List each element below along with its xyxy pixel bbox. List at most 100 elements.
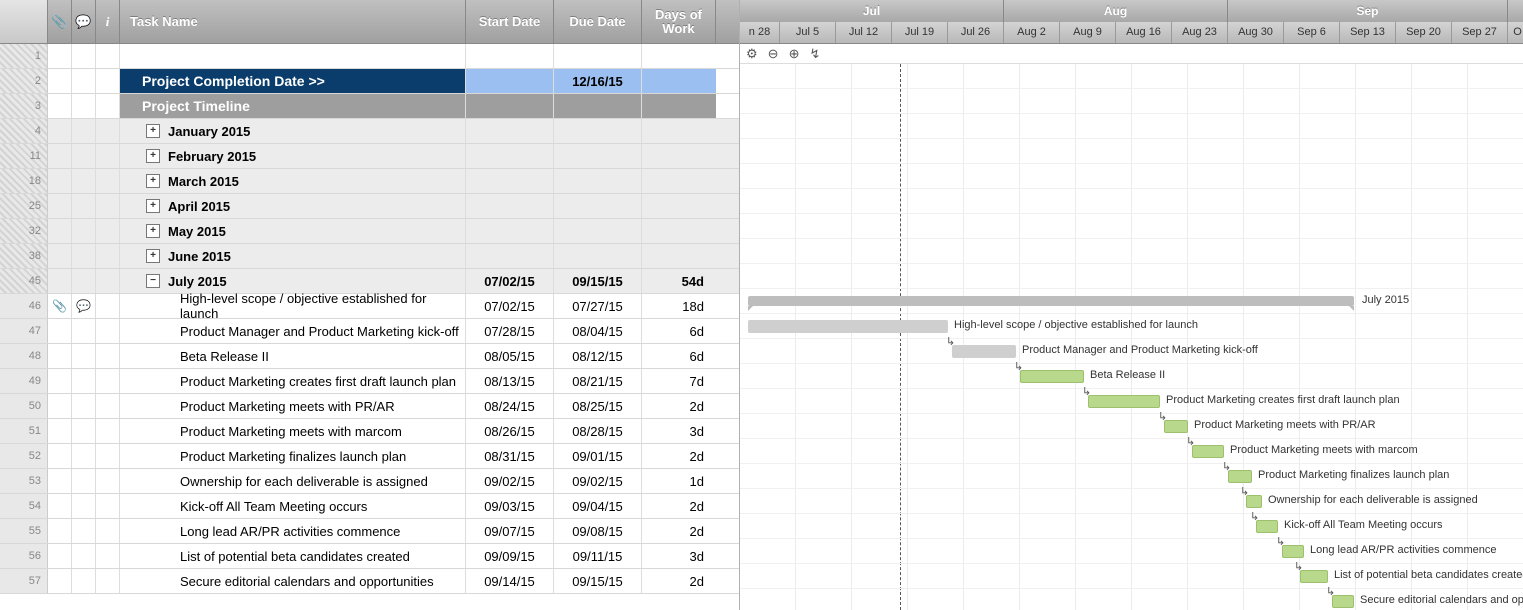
due-date-cell[interactable]: 08/25/15 xyxy=(554,394,642,418)
days-cell[interactable]: 3d xyxy=(642,419,716,443)
comment-cell[interactable] xyxy=(72,569,96,593)
gantt-task-bar[interactable] xyxy=(1256,520,1278,533)
attachment-cell[interactable] xyxy=(48,444,72,468)
comment-cell[interactable] xyxy=(72,269,96,293)
comment-cell[interactable] xyxy=(72,144,96,168)
gantt-row[interactable]: ↳Beta Release II xyxy=(740,364,1523,389)
attachment-cell[interactable] xyxy=(48,119,72,143)
due-date-cell[interactable]: 09/02/15 xyxy=(554,469,642,493)
start-date-cell[interactable]: 09/07/15 xyxy=(466,519,554,543)
expand-toggle-icon[interactable]: + xyxy=(146,224,160,238)
due-date-cell[interactable]: 09/15/15 xyxy=(554,569,642,593)
comment-cell[interactable] xyxy=(72,419,96,443)
gantt-row[interactable]: ↳Product Marketing finalizes launch plan xyxy=(740,464,1523,489)
gantt-row[interactable]: ↳Kick-off All Team Meeting occurs xyxy=(740,514,1523,539)
attachment-cell[interactable] xyxy=(48,269,72,293)
comment-cell[interactable]: 💬 xyxy=(72,294,96,318)
gantt-row[interactable]: ↳Ownership for each deliverable is assig… xyxy=(740,489,1523,514)
gantt-row[interactable]: July 2015 xyxy=(740,289,1523,314)
collapse-toggle-icon[interactable]: − xyxy=(146,274,160,288)
due-date-cell[interactable]: 09/01/15 xyxy=(554,444,642,468)
info-cell[interactable] xyxy=(96,419,120,443)
gantt-task-bar[interactable] xyxy=(1228,470,1252,483)
attachment-cell[interactable] xyxy=(48,394,72,418)
start-date-cell[interactable]: 08/05/15 xyxy=(466,344,554,368)
attachment-header-icon[interactable]: 📎 xyxy=(48,0,72,43)
attachment-cell[interactable] xyxy=(48,244,72,268)
task-name-cell[interactable]: Product Marketing finalizes launch plan xyxy=(120,444,466,468)
attachment-cell[interactable] xyxy=(48,194,72,218)
gantt-task-bar[interactable] xyxy=(1282,545,1304,558)
info-cell[interactable] xyxy=(96,519,120,543)
attachment-cell[interactable] xyxy=(48,369,72,393)
gantt-task-bar[interactable] xyxy=(1246,495,1262,508)
project-completion-due[interactable]: 12/16/15 xyxy=(554,69,642,93)
row-number[interactable]: 45 xyxy=(0,269,48,293)
comment-cell[interactable] xyxy=(72,344,96,368)
gantt-row[interactable] xyxy=(740,114,1523,139)
start-date-cell[interactable]: 09/02/15 xyxy=(466,469,554,493)
row-number[interactable]: 38 xyxy=(0,244,48,268)
due-date-cell[interactable]: 09/08/15 xyxy=(554,519,642,543)
row-number[interactable]: 52 xyxy=(0,444,48,468)
info-cell[interactable] xyxy=(96,544,120,568)
info-cell[interactable] xyxy=(96,219,120,243)
row-number[interactable]: 4 xyxy=(0,119,48,143)
due-date-cell[interactable]: 08/04/15 xyxy=(554,319,642,343)
attachment-cell[interactable] xyxy=(48,519,72,543)
info-cell[interactable] xyxy=(96,94,120,118)
comment-cell[interactable] xyxy=(72,244,96,268)
due-date-cell[interactable]: 09/15/15 xyxy=(554,269,642,293)
start-date-cell[interactable]: 07/02/15 xyxy=(466,294,554,318)
row-number[interactable]: 47 xyxy=(0,319,48,343)
gantt-row[interactable]: High-level scope / objective established… xyxy=(740,314,1523,339)
start-date-cell[interactable]: 08/26/15 xyxy=(466,419,554,443)
gear-icon[interactable]: ⚙ xyxy=(746,46,758,62)
start-date-cell[interactable]: 08/31/15 xyxy=(466,444,554,468)
month-group[interactable]: +January 2015 xyxy=(120,119,466,143)
gantt-row[interactable]: ↳Product Marketing meets with PR/AR xyxy=(740,414,1523,439)
row-number[interactable]: 49 xyxy=(0,369,48,393)
info-cell[interactable] xyxy=(96,294,120,318)
info-cell[interactable] xyxy=(96,319,120,343)
comment-cell[interactable] xyxy=(72,219,96,243)
info-cell[interactable] xyxy=(96,444,120,468)
month-group[interactable]: +March 2015 xyxy=(120,169,466,193)
days-cell[interactable]: 2d xyxy=(642,569,716,593)
task-name-cell[interactable]: Product Marketing meets with PR/AR xyxy=(120,394,466,418)
info-header-icon[interactable]: i xyxy=(96,0,120,43)
expand-toggle-icon[interactable]: + xyxy=(146,249,160,263)
info-cell[interactable] xyxy=(96,244,120,268)
attachment-cell[interactable] xyxy=(48,419,72,443)
task-name-cell[interactable]: Product Marketing meets with marcom xyxy=(120,419,466,443)
days-cell[interactable]: 2d xyxy=(642,494,716,518)
gantt-chart[interactable]: July 2015High-level scope / objective es… xyxy=(740,64,1523,610)
gantt-row[interactable] xyxy=(740,264,1523,289)
expand-toggle-icon[interactable]: + xyxy=(146,124,160,138)
row-number[interactable]: 54 xyxy=(0,494,48,518)
month-group-july[interactable]: −July 2015 xyxy=(120,269,466,293)
gantt-task-bar[interactable] xyxy=(1020,370,1084,383)
task-name-cell[interactable]: Long lead AR/PR activities commence xyxy=(120,519,466,543)
comment-cell[interactable] xyxy=(72,69,96,93)
start-date-cell[interactable]: 08/24/15 xyxy=(466,394,554,418)
row-number[interactable]: 53 xyxy=(0,469,48,493)
info-cell[interactable] xyxy=(96,469,120,493)
attachment-cell[interactable] xyxy=(48,144,72,168)
task-name-cell[interactable]: Product Marketing creates first draft la… xyxy=(120,369,466,393)
comment-cell[interactable] xyxy=(72,169,96,193)
gantt-row[interactable]: ↳Product Manager and Product Marketing k… xyxy=(740,339,1523,364)
gantt-row[interactable]: ↳Product Marketing meets with marcom xyxy=(740,439,1523,464)
zoom-in-icon[interactable]: ⊕ xyxy=(789,46,800,62)
comment-cell[interactable] xyxy=(72,444,96,468)
col-task-name[interactable]: Task Name xyxy=(120,0,466,43)
comment-cell[interactable] xyxy=(72,494,96,518)
row-number[interactable]: 18 xyxy=(0,169,48,193)
task-name-cell[interactable]: List of potential beta candidates create… xyxy=(120,544,466,568)
row-number[interactable]: 1 xyxy=(0,44,48,68)
info-cell[interactable] xyxy=(96,394,120,418)
row-number[interactable]: 25 xyxy=(0,194,48,218)
task-name-cell[interactable]: Kick-off All Team Meeting occurs xyxy=(120,494,466,518)
task-name-cell[interactable]: Secure editorial calendars and opportuni… xyxy=(120,569,466,593)
comment-cell[interactable] xyxy=(72,369,96,393)
